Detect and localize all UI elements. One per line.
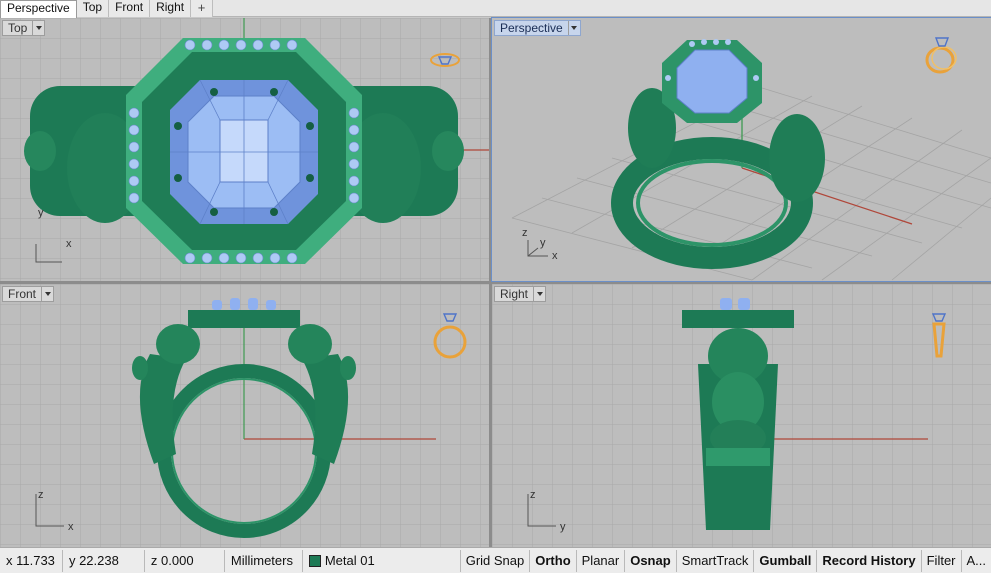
status-x-coordinate: x 11.733: [0, 549, 63, 572]
status-bar: x 11.733 y 22.238 z 0.000 Millimeters Me…: [0, 547, 991, 573]
viewport-top[interactable]: y x Top: [0, 18, 489, 281]
tab-front[interactable]: Front: [109, 0, 151, 17]
top-view-scene: y x: [0, 18, 489, 281]
right-view-scene: z y: [492, 284, 991, 547]
viewport-label-perspective[interactable]: Perspective: [494, 20, 581, 36]
gumball-toggle[interactable]: Gumball: [754, 549, 818, 572]
grid-snap-toggle[interactable]: Grid Snap: [461, 549, 531, 572]
ring-front-icon: [433, 313, 467, 359]
add-tab-button[interactable]: +: [191, 0, 214, 17]
layer-name: Metal 01: [324, 553, 375, 568]
viewport-label-top[interactable]: Top: [2, 20, 46, 36]
tab-top[interactable]: Top: [76, 0, 110, 17]
top-axis-label-x: x: [66, 238, 72, 250]
chevron-down-icon[interactable]: [32, 21, 44, 35]
record-history-toggle[interactable]: Record History: [817, 549, 922, 572]
persp-axis-label-y: y: [540, 237, 546, 249]
status-z-coordinate: z 0.000: [145, 549, 225, 572]
ring-right-icon: [931, 313, 947, 358]
right-halo-bezel: [682, 310, 794, 328]
front-halo-bezel: [188, 310, 300, 328]
right-axis-label-z: z: [530, 489, 536, 501]
layer-selector[interactable]: Metal 01: [303, 549, 461, 572]
viewport-area: y x Top z y x Perspective z x Front z y …: [0, 17, 991, 547]
front-axis-label-x: x: [68, 521, 74, 533]
chevron-down-icon[interactable]: [41, 287, 53, 301]
tab-right[interactable]: Right: [150, 0, 192, 17]
ortho-toggle[interactable]: Ortho: [530, 549, 577, 572]
filter-toggle[interactable]: Filter: [922, 549, 962, 572]
units-selector[interactable]: Millimeters: [225, 549, 303, 572]
osnap-toggle[interactable]: Osnap: [625, 549, 677, 572]
chevron-down-icon[interactable]: [567, 21, 580, 35]
viewport-right[interactable]: z y Right: [492, 284, 991, 547]
more-status-button[interactable]: A...: [962, 550, 991, 572]
ring-persp-icon: [925, 37, 957, 74]
planar-toggle[interactable]: Planar: [577, 549, 626, 572]
front-axis-label-z: z: [38, 489, 44, 501]
persp-axis-label-x: x: [552, 250, 558, 262]
tab-perspective[interactable]: Perspective: [0, 0, 77, 18]
perspective-view-scene: z y x: [492, 18, 991, 281]
top-axis-label-y: y: [38, 207, 44, 219]
viewport-front[interactable]: z x Front: [0, 284, 489, 547]
ring-top-icon: [430, 53, 460, 67]
status-y-coordinate: y 22.238: [63, 549, 145, 572]
viewport-label-right[interactable]: Right: [494, 286, 547, 302]
viewport-perspective[interactable]: z y x Perspective: [491, 17, 991, 282]
viewport-label-front[interactable]: Front: [2, 286, 55, 302]
layer-color-swatch: [308, 554, 321, 567]
viewport-tab-bar: Perspective Top Front Right +: [0, 0, 991, 18]
smarttrack-toggle[interactable]: SmartTrack: [677, 549, 755, 572]
front-view-scene: z x: [0, 284, 489, 547]
right-axis-label-y: y: [560, 521, 566, 533]
chevron-down-icon[interactable]: [533, 287, 545, 301]
persp-axis-label-z: z: [522, 227, 528, 239]
